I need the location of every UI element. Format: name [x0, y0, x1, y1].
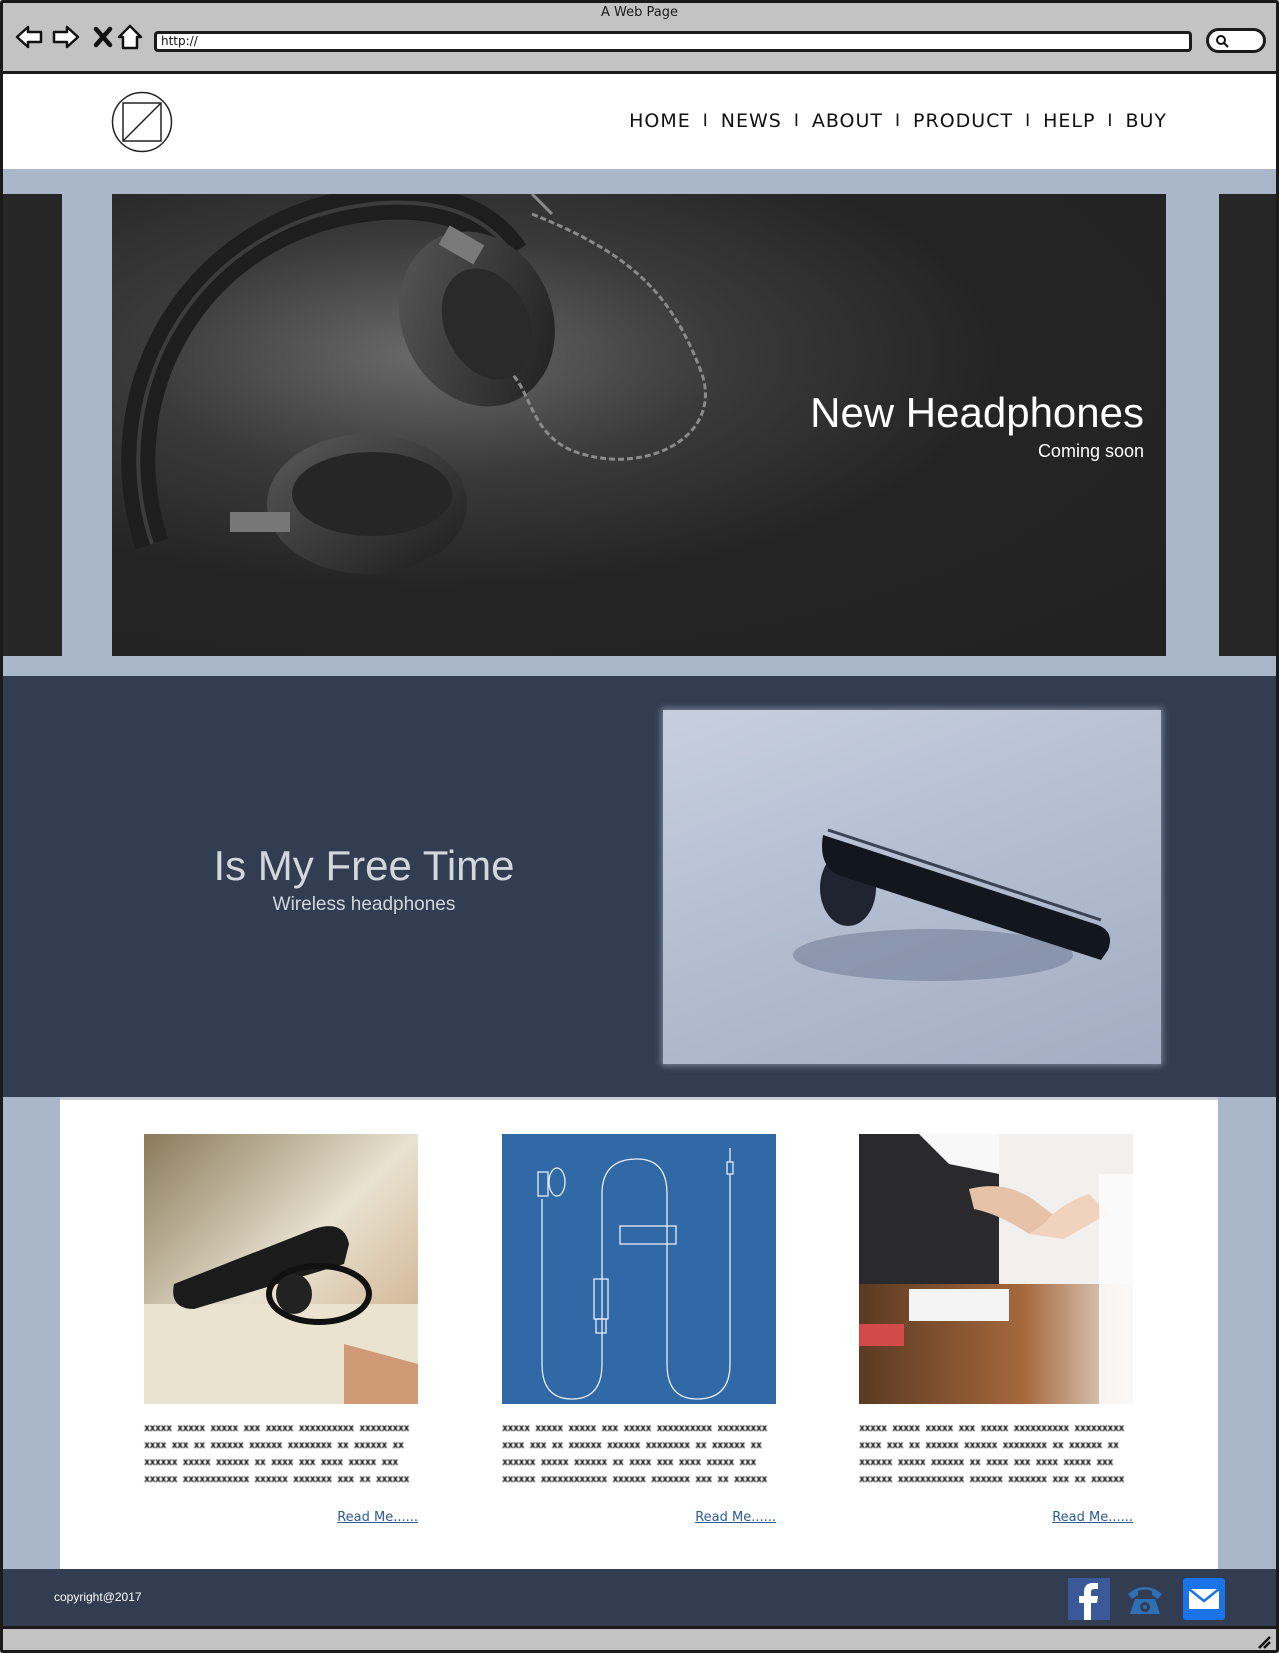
card-description: xxxxx xxxxx xxxxx xxx xxxxx xxxxxxxxxx x…	[144, 1423, 409, 1485]
product-card: xxxxx xxxxx xxxxx xxx xxxxx xxxxxxxxxx x…	[502, 1134, 776, 1525]
nav-separator: I	[793, 111, 800, 131]
site-footer: copyright@2017	[0, 1569, 1279, 1626]
bluetooth-earpiece-photo[interactable]	[144, 1134, 418, 1404]
stop-icon[interactable]	[88, 22, 118, 52]
products-panel: xxxxx xxxxx xxxxx xxx xxxxx xxxxxxxxxx x…	[60, 1097, 1218, 1569]
mail-icon[interactable]	[1183, 1578, 1225, 1620]
handshake-photo[interactable]	[859, 1134, 1133, 1404]
read-more-link[interactable]: Read Me......	[502, 1510, 776, 1525]
card-description: xxxxx xxxxx xxxxx xxx xxxxx xxxxxxxxxx x…	[502, 1423, 767, 1485]
main-nav: HOME I NEWS I ABOUT I PRODUCT I HELP I B…	[629, 110, 1167, 132]
hero-title: New Headphones	[810, 389, 1144, 436]
product-card: xxxxx xxxxx xxxxx xxx xxxxx xxxxxxxxxx x…	[859, 1134, 1133, 1525]
home-icon[interactable]	[115, 22, 145, 52]
hero-slide[interactable]: New Headphones Coming soon	[112, 194, 1166, 656]
feature-subtitle: Wireless headphones	[272, 894, 456, 915]
read-more-link[interactable]: Read Me......	[144, 1510, 418, 1525]
product-card: xxxxx xxxxx xxxxx xxx xxxxx xxxxxxxxxx x…	[144, 1134, 418, 1525]
forward-icon[interactable]	[51, 22, 81, 52]
nav-buy[interactable]: BUY	[1125, 110, 1167, 132]
back-icon[interactable]	[14, 22, 44, 52]
card-description: xxxxx xxxxx xxxxx xxx xxxxx xxxxxxxxxx x…	[859, 1423, 1124, 1485]
feature-section: Is My Free Time Wireless headphones	[0, 676, 1279, 1097]
nav-help[interactable]: HELP	[1043, 110, 1095, 132]
address-bar[interactable]: http://	[154, 31, 1192, 52]
products-section: xxxxx xxxxx xxxxx xxx xxxxx xxxxxxxxxx x…	[0, 1097, 1279, 1569]
previous-slide-peek[interactable]	[0, 194, 62, 656]
browser-toolbar: A Web Page http://	[0, 0, 1279, 74]
nav-home[interactable]: HOME	[629, 110, 691, 132]
window-title: A Web Page	[601, 5, 678, 20]
nav-separator: I	[1025, 111, 1032, 131]
resize-grip-icon[interactable]	[1255, 1633, 1271, 1649]
feature-title: Is My Free Time	[213, 842, 515, 889]
hero-subtitle: Coming soon	[1037, 441, 1144, 461]
phone-icon[interactable]	[1124, 1578, 1166, 1620]
nav-news[interactable]: NEWS	[721, 110, 782, 132]
earphones-blueprint[interactable]	[502, 1134, 776, 1404]
nav-separator: I	[702, 111, 709, 131]
search-icon	[1216, 35, 1229, 48]
search-button[interactable]	[1206, 28, 1266, 53]
copyright-text: copyright@2017	[54, 1590, 142, 1604]
logo-placeholder-icon	[111, 91, 173, 153]
logo[interactable]	[111, 91, 173, 153]
nav-separator: I	[895, 111, 902, 131]
wireless-headset-photo	[663, 710, 1161, 1064]
next-slide-peek[interactable]	[1219, 194, 1279, 656]
read-more-link[interactable]: Read Me......	[859, 1510, 1133, 1525]
facebook-icon[interactable]	[1068, 1578, 1110, 1620]
nav-about[interactable]: ABOUT	[812, 110, 883, 132]
hero-carousel: New Headphones Coming soon	[0, 169, 1279, 676]
site-header: HOME I NEWS I ABOUT I PRODUCT I HELP I B…	[0, 74, 1279, 169]
nav-product[interactable]: PRODUCT	[913, 110, 1013, 132]
nav-separator: I	[1107, 111, 1114, 131]
browser-status-bar	[0, 1626, 1279, 1653]
